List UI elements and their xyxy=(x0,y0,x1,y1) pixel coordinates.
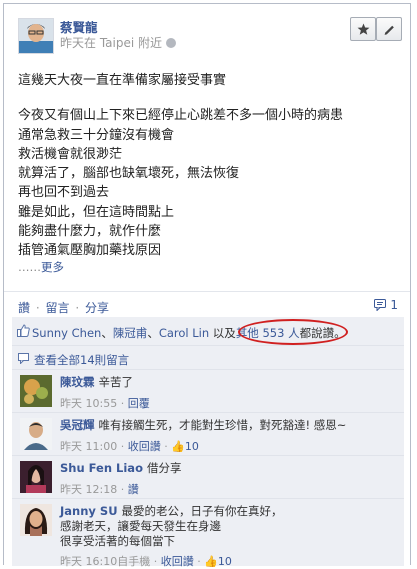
comment-text: Janny SU 最愛的老公，日子有你在真好， 感謝老天，讓愛每天發生在身邊 很享… xyxy=(60,504,283,549)
meta-separator: · xyxy=(160,440,172,453)
share-link[interactable]: 分享 xyxy=(85,301,109,315)
post-meta: 昨天在 Taipei 附近 xyxy=(60,34,176,51)
likes-and: 以及 xyxy=(209,326,236,340)
comment-like-link[interactable]: 讚 xyxy=(128,483,139,496)
post-line: 再也回不到過去 xyxy=(18,185,110,201)
comment-likes[interactable]: 👍10 xyxy=(171,440,199,453)
likes-row: Sunny Chen、陳冠甫、Carol Lin 以及其他 553 人都說讚。 xyxy=(12,317,404,345)
commenter-avatar[interactable] xyxy=(20,461,52,493)
comment-time[interactable]: 昨天 11:00 xyxy=(60,440,117,453)
comment-body-line: 很享受活著的每個當下 xyxy=(60,534,175,548)
see-more-link[interactable]: 更多 xyxy=(41,260,64,274)
liker-link[interactable]: 陳冠甫 xyxy=(113,326,148,340)
view-all-comments-row: 查看全部14則留言 xyxy=(12,345,404,369)
post-line: 今夜又有個山上下來已經停止心跳差不多一個小時的病患 xyxy=(18,108,344,124)
view-all-comments-link[interactable]: 查看全部14則留言 xyxy=(34,353,129,367)
likes-separator: 、 xyxy=(101,326,113,340)
liker-link[interactable]: Carol Lin xyxy=(159,326,209,340)
commenter-name[interactable]: Shu Fen Liao xyxy=(60,461,143,475)
red-annotation-ellipse xyxy=(238,319,348,345)
comment-count-value[interactable]: 1 xyxy=(390,298,398,312)
comment-time[interactable]: 昨天 16:10自手機 xyxy=(60,555,150,568)
action-separator: · xyxy=(35,301,40,315)
comment-item: Janny SU 最愛的老公，日子有你在真好， 感謝老天，讓愛每天發生在身邊 很享… xyxy=(12,498,404,569)
comment-time[interactable]: 昨天 12:18 xyxy=(60,483,117,496)
globe-icon xyxy=(166,38,176,48)
comment-item: Shu Fen Liao 借分享 昨天 12:18 · 讚 xyxy=(12,455,404,498)
commenter-name[interactable]: 吳冠輝 xyxy=(60,418,95,432)
meta-separator: · xyxy=(117,440,128,453)
thumbs-up-icon xyxy=(17,324,30,337)
comment-bubble-icon xyxy=(373,299,386,312)
comment-likes[interactable]: 👍10 xyxy=(204,555,232,568)
comment-meta: 昨天 11:00 · 收回讚 · 👍10 xyxy=(60,438,199,454)
comment-meta: 昨天 16:10自手機 · 收回讚 · 👍10 xyxy=(60,553,232,569)
meta-separator: · xyxy=(193,555,205,568)
commenter-avatar[interactable] xyxy=(20,504,52,536)
comment-time[interactable]: 昨天 10:55 xyxy=(60,397,117,410)
star-icon xyxy=(357,23,370,35)
post-line: 雖是如此，但在這時間點上 xyxy=(18,204,175,220)
comment-like-count[interactable]: 10 xyxy=(218,555,232,568)
comment-body-line: 感謝老天，讓愛每天發生在身邊 xyxy=(60,519,221,533)
see-more: ……更多 xyxy=(18,259,64,275)
like-link[interactable]: 讚 xyxy=(18,301,30,315)
comment-count[interactable]: 1 xyxy=(373,298,398,312)
view-all-comments-text: 查看全部14則留言 xyxy=(34,352,129,368)
see-more-dots: …… xyxy=(18,260,41,274)
comment-body: 辛苦了 xyxy=(98,375,134,389)
action-bar: 讚 · 留言 · 分享 xyxy=(18,299,109,316)
comment-meta: 昨天 10:55 · 回覆 xyxy=(60,395,150,411)
comment-unlike-link[interactable]: 收回讚 xyxy=(128,440,161,453)
meta-separator: · xyxy=(117,483,128,496)
thumbs-up-icon: 👍 xyxy=(171,440,185,453)
comment-link[interactable]: 留言 xyxy=(46,301,70,315)
comment-item: 陳玟霖 辛苦了 昨天 10:55 · 回覆 xyxy=(12,369,404,412)
post-time-location[interactable]: 昨天在 Taipei 附近 xyxy=(60,36,162,50)
post-line: 救活機會就很渺茫 xyxy=(18,146,123,162)
meta-separator: · xyxy=(117,397,128,410)
comment-reply-link[interactable]: 回覆 xyxy=(128,397,150,410)
comment-text: 陳玟霖 辛苦了 xyxy=(60,375,133,390)
commenter-name[interactable]: 陳玟霖 xyxy=(60,375,95,389)
feedback-panel: Sunny Chen、陳冠甫、Carol Lin 以及其他 553 人都說讚。 … xyxy=(12,317,404,569)
thumbs-up-icon: 👍 xyxy=(204,555,218,568)
story-card: 蔡賢龍 昨天在 Taipei 附近 這幾天大夜一直在準備家屬接受事實 今夜又有個… xyxy=(3,3,411,569)
comments-icon xyxy=(18,353,29,364)
post-line: 能夠盡什麼力，就作什麼 xyxy=(18,224,162,240)
comment-body: 唯有接觸生死，才能對生珍惜，對死豁達! 感恩~ xyxy=(98,418,347,432)
pencil-icon xyxy=(384,25,394,35)
action-separator: · xyxy=(75,301,80,315)
meta-separator: · xyxy=(150,555,161,568)
commenter-avatar[interactable] xyxy=(20,375,52,407)
liker-link[interactable]: Sunny Chen xyxy=(32,326,101,340)
divider xyxy=(4,291,410,292)
post-line: 就算活了，腦部也缺氧壞死，無法恢復 xyxy=(18,166,240,182)
edit-button[interactable] xyxy=(376,17,402,41)
comment-unlike-link[interactable]: 收回讚 xyxy=(161,555,194,568)
post-line: 通常急救三十分鐘沒有機會 xyxy=(18,127,175,143)
comment-body-line: 最愛的老公，日子有你在真好， xyxy=(121,504,283,518)
comment-like-count[interactable]: 10 xyxy=(185,440,199,453)
commenter-avatar[interactable] xyxy=(20,418,52,450)
post-line: 這幾天大夜一直在準備家屬接受事實 xyxy=(18,73,227,88)
comment-body: 借分享 xyxy=(146,461,182,475)
comment-text: 吳冠輝 唯有接觸生死，才能對生珍惜，對死豁達! 感恩~ xyxy=(60,418,346,433)
comment-meta: 昨天 12:18 · 讚 xyxy=(60,481,139,497)
star-button[interactable] xyxy=(350,17,376,41)
likes-separator: 、 xyxy=(147,326,159,340)
post-body: 這幾天大夜一直在準備家屬接受事實 今夜又有個山上下來已經停止心跳差不多一個小時的… xyxy=(18,71,403,261)
comment-text: Shu Fen Liao 借分享 xyxy=(60,461,181,476)
post-line: 插管通氣壓胸加藥找原因 xyxy=(18,243,162,259)
author-avatar[interactable] xyxy=(18,18,54,54)
commenter-name[interactable]: Janny SU xyxy=(60,504,118,518)
comment-item: 吳冠輝 唯有接觸生死，才能對生珍惜，對死豁達! 感恩~ 昨天 11:00 · 收回… xyxy=(12,412,404,455)
